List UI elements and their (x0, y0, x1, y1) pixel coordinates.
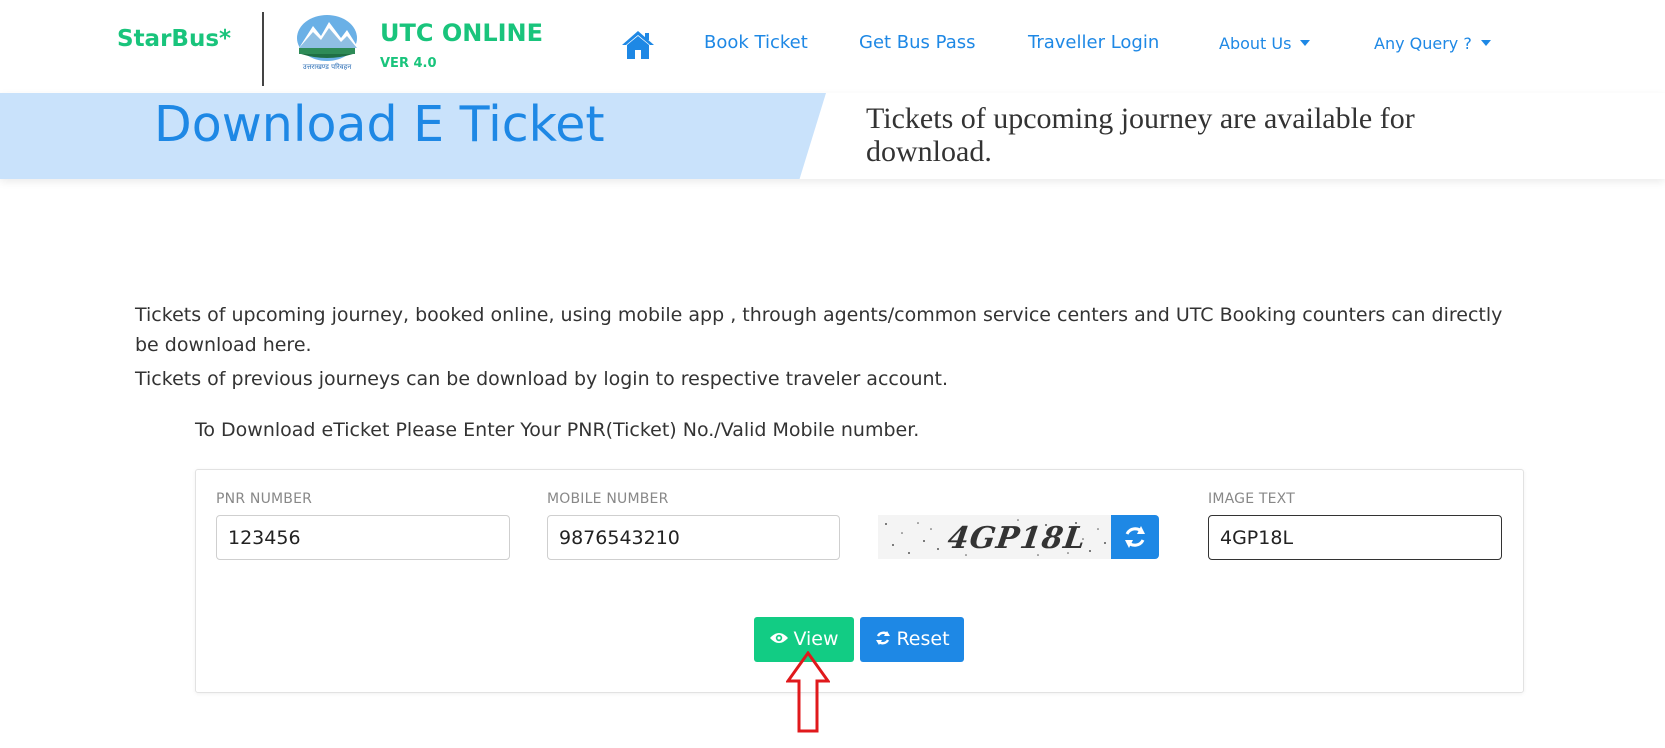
mobile-label: MOBILE NUMBER (547, 491, 669, 507)
eye-icon (770, 632, 789, 643)
refresh-icon (876, 630, 891, 645)
site-title: UTC ONLINE (380, 19, 544, 47)
pnr-input[interactable] (216, 515, 510, 560)
reset-button[interactable]: Reset (860, 617, 964, 662)
mobile-input[interactable] (547, 515, 840, 560)
nav-about-us-label: About Us (1219, 34, 1292, 53)
site-version: VER 4.0 (380, 56, 437, 71)
intro-text-previous: Tickets of previous journeys can be down… (135, 368, 949, 390)
chevron-down-icon (1480, 39, 1491, 46)
captcha-image: 4GP18L (878, 515, 1111, 559)
image-text-input[interactable] (1208, 515, 1502, 560)
captcha-text: 4GP18L (945, 521, 1089, 556)
view-button-label: View (793, 628, 839, 650)
captcha-refresh-button[interactable] (1111, 515, 1159, 559)
image-text-label: IMAGE TEXT (1208, 491, 1295, 507)
nav-any-query-label: Any Query ? (1374, 34, 1472, 53)
reset-button-label: Reset (896, 628, 950, 650)
pnr-label: PNR NUMBER (216, 491, 313, 507)
page-banner: Download E Ticket Tickets of upcoming jo… (0, 93, 1665, 179)
svg-text:उत्तराखण्ड परिवहन: उत्तराखण्ड परिवहन (303, 62, 352, 71)
refresh-icon (1125, 526, 1145, 548)
nav-get-bus-pass[interactable]: Get Bus Pass (859, 32, 976, 53)
nav-any-query[interactable]: Any Query ? (1374, 34, 1491, 53)
banner-subtitle: Tickets of upcoming journey are availabl… (866, 102, 1415, 168)
brand-logo-text[interactable]: StarBus* (117, 26, 231, 52)
page-title: Download E Ticket (154, 96, 605, 153)
instruction-text: To Download eTicket Please Enter Your PN… (195, 419, 920, 441)
navbar: StarBus* उत्तराखण्ड परिवहन UTC ONLINE VE… (0, 0, 1665, 93)
utc-logo-icon[interactable]: उत्तराखण्ड परिवहन (295, 14, 359, 72)
nav-traveller-login[interactable]: Traveller Login (1028, 32, 1159, 53)
header-divider (262, 12, 264, 86)
nav-book-ticket[interactable]: Book Ticket (704, 32, 808, 53)
chevron-down-icon (1300, 39, 1311, 46)
nav-about-us[interactable]: About Us (1219, 34, 1311, 53)
home-icon[interactable] (621, 30, 655, 60)
intro-text: Tickets of upcoming journey, booked onli… (135, 304, 1503, 356)
annotation-arrow-icon (786, 651, 830, 733)
